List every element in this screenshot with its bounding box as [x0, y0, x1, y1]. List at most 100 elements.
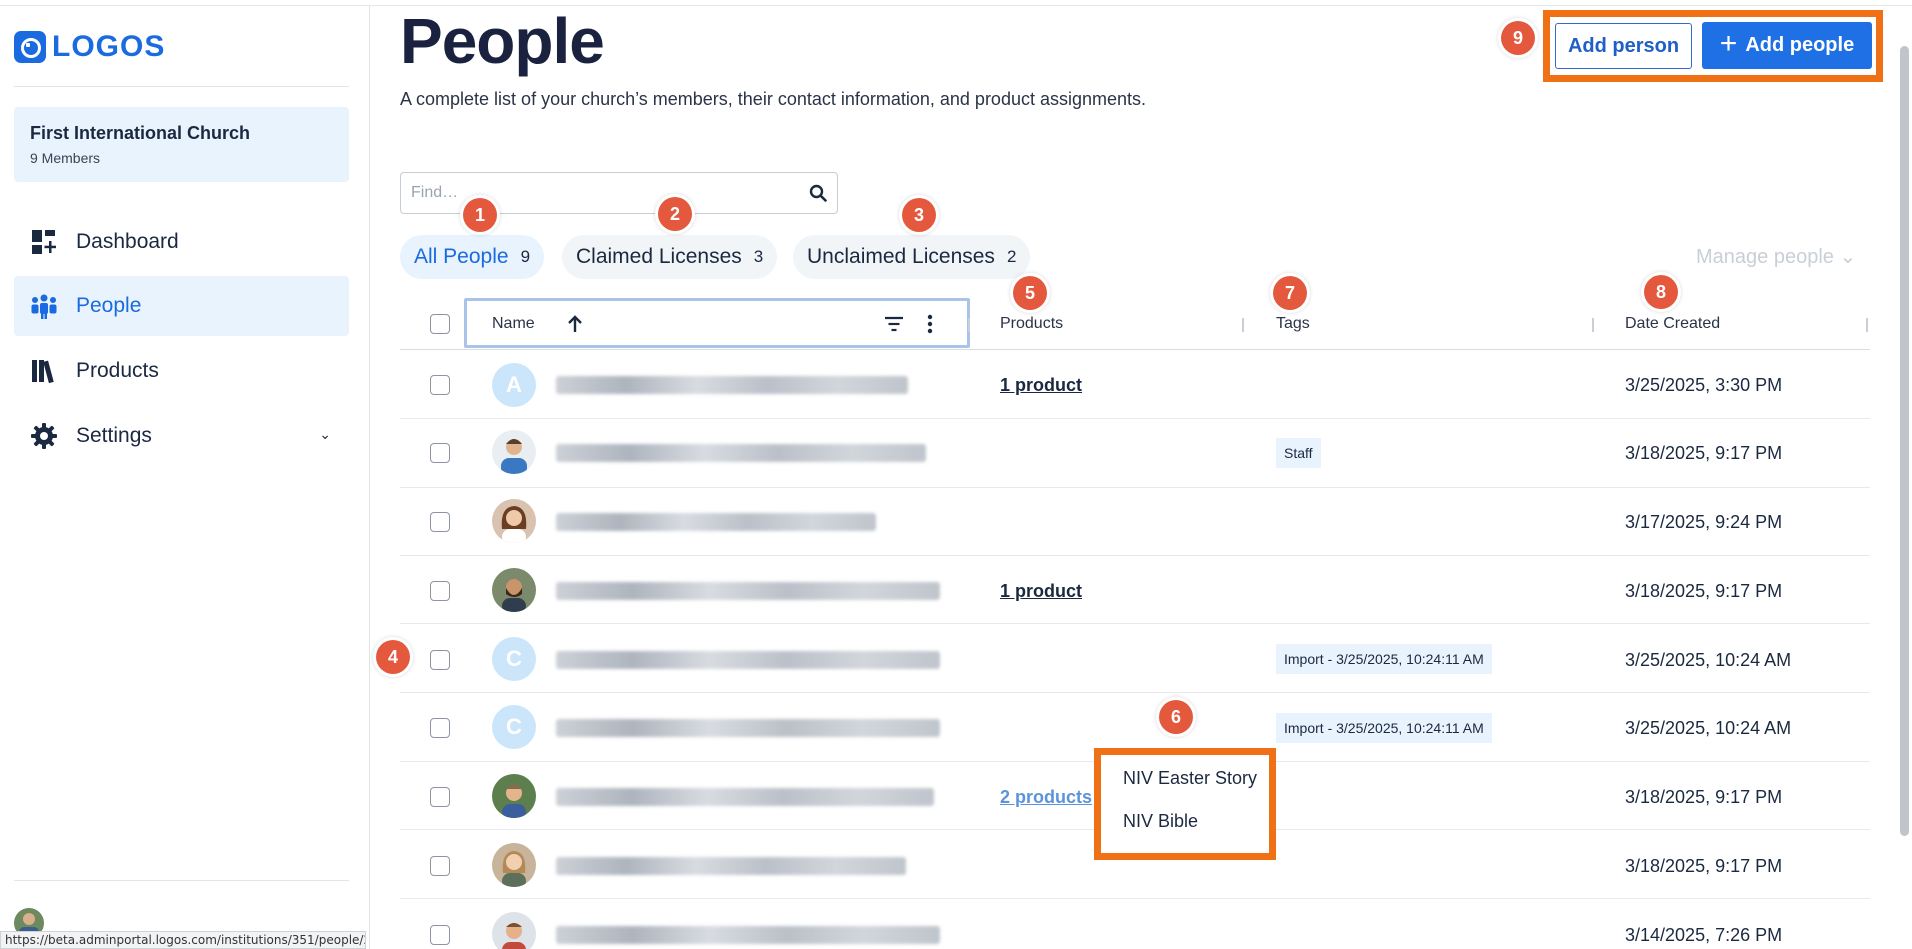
status-url: https://beta.adminportal.logos.com/insti… — [0, 931, 366, 949]
sidebar-item-settings[interactable]: Settings ⌄ — [14, 406, 349, 466]
search-input[interactable] — [401, 173, 781, 213]
org-card[interactable]: First International Church 9 Members — [14, 107, 349, 182]
row-divider — [400, 692, 1870, 693]
select-all-checkbox[interactable] — [430, 314, 450, 334]
date-created: 3/18/2025, 9:17 PM — [1625, 787, 1783, 807]
tag-badge: Import - 3/25/2025, 10:24:11 AM — [1276, 713, 1492, 743]
tag-badge: Staff — [1276, 438, 1321, 468]
redacted-name-email — [556, 376, 908, 394]
sidebar: LOGOS First International Church 9 Membe… — [0, 6, 370, 949]
avatar — [492, 912, 536, 949]
row-checkbox[interactable] — [430, 856, 450, 876]
avatar — [492, 430, 536, 474]
logo[interactable]: LOGOS — [14, 30, 165, 64]
row-checkbox[interactable] — [430, 375, 450, 395]
filter-label: Claimed Licenses — [576, 245, 742, 268]
add-people-button[interactable]: + Add people — [1702, 22, 1872, 69]
products-popover: NIV Easter Story NIV Bible — [1094, 748, 1276, 860]
popover-item[interactable]: NIV Bible — [1123, 811, 1198, 832]
row-checkbox[interactable] — [430, 787, 450, 807]
filter-count: 3 — [753, 247, 764, 266]
filter-count: 2 — [1006, 247, 1017, 266]
row-divider — [400, 898, 1870, 899]
sidebar-item-people[interactable]: People — [14, 276, 349, 336]
annotation-badge: 6 — [1159, 700, 1193, 734]
avatar — [492, 774, 536, 818]
products-link[interactable]: 1 product — [1000, 581, 1082, 602]
redacted-name-email — [556, 719, 940, 737]
sidebar-item-label: People — [76, 294, 142, 317]
column-header-date-created[interactable]: Date Created — [1625, 315, 1720, 333]
chevron-down-icon: ⌄ — [319, 426, 331, 442]
date-created: 3/17/2025, 9:24 PM — [1625, 512, 1783, 532]
popover-item[interactable]: NIV Easter Story — [1123, 768, 1257, 789]
column-header-products[interactable]: Products — [1000, 315, 1063, 333]
add-person-button[interactable]: Add person — [1555, 23, 1692, 69]
avatar: C — [492, 637, 536, 681]
sort-ascending-icon[interactable] — [566, 314, 584, 334]
annotation-badge: 9 — [1501, 21, 1535, 55]
column-resize-handle[interactable] — [968, 318, 970, 332]
books-icon — [32, 360, 54, 384]
redacted-name-email — [556, 651, 940, 669]
column-header-tags[interactable]: Tags — [1276, 315, 1310, 333]
filter-count: 9 — [520, 247, 531, 266]
annotation-badge: 5 — [1013, 276, 1047, 310]
row-divider — [400, 555, 1870, 556]
filter-unclaimed-licenses[interactable]: Unclaimed Licenses 2 — [793, 235, 1031, 279]
sidebar-divider — [14, 86, 349, 87]
tag-badge: Import - 3/25/2025, 10:24:11 AM — [1276, 644, 1492, 674]
logos-logo-icon — [14, 31, 46, 63]
products-link[interactable]: 2 products — [1000, 787, 1092, 808]
annotation-badge: 4 — [376, 640, 410, 674]
sidebar-item-products[interactable]: Products — [14, 341, 349, 401]
column-resize-handle[interactable] — [1242, 318, 1244, 332]
filter-icon[interactable] — [884, 315, 904, 333]
column-header-name[interactable]: Name — [492, 315, 535, 333]
row-divider — [400, 487, 1870, 488]
annotation-badge: 2 — [658, 197, 692, 231]
products-link[interactable]: 1 product — [1000, 375, 1082, 396]
sidebar-item-label: Products — [76, 359, 159, 382]
annotation-badge: 3 — [902, 198, 936, 232]
sidebar-divider — [14, 880, 349, 881]
redacted-name-email — [556, 582, 940, 600]
row-checkbox[interactable] — [430, 718, 450, 738]
column-resize-handle[interactable] — [1592, 318, 1594, 332]
redacted-name-email — [556, 444, 926, 462]
avatar — [492, 568, 536, 612]
plus-icon: + — [1719, 27, 1738, 60]
avatar — [492, 843, 536, 887]
date-created: 3/25/2025, 10:24 AM — [1625, 650, 1792, 670]
search-icon[interactable] — [809, 184, 827, 202]
add-people-label: Add people — [1745, 34, 1855, 56]
redacted-name-email — [556, 926, 940, 944]
sidebar-item-dashboard[interactable]: Dashboard — [14, 212, 349, 272]
sidebar-item-label: Dashboard — [76, 230, 179, 253]
redacted-name-email — [556, 788, 934, 806]
row-checkbox[interactable] — [430, 581, 450, 601]
date-created: 3/18/2025, 9:17 PM — [1625, 443, 1783, 463]
row-checkbox[interactable] — [430, 512, 450, 532]
annotation-badge: 7 — [1273, 276, 1307, 310]
redacted-name-email — [556, 857, 906, 875]
column-resize-handle[interactable] — [1866, 318, 1868, 332]
row-divider — [400, 623, 1870, 624]
row-checkbox[interactable] — [430, 925, 450, 945]
annotation-badge: 1 — [463, 198, 497, 232]
more-vertical-icon[interactable] — [926, 314, 934, 334]
scrollbar[interactable] — [1900, 46, 1909, 836]
gear-icon — [31, 423, 57, 449]
page-title: People — [400, 5, 605, 77]
row-checkbox[interactable] — [430, 443, 450, 463]
row-checkbox[interactable] — [430, 650, 450, 670]
avatar — [492, 499, 536, 543]
filter-claimed-licenses[interactable]: Claimed Licenses 3 — [562, 235, 778, 279]
filter-label: Unclaimed Licenses — [807, 245, 995, 268]
date-created: 3/25/2025, 10:24 AM — [1625, 718, 1792, 738]
manage-people-dropdown[interactable]: Manage people ⌄ — [1696, 244, 1856, 269]
filter-all-people[interactable]: All People 9 — [400, 235, 545, 279]
org-members-count: 9 Members — [30, 150, 101, 166]
date-created: 3/18/2025, 9:17 PM — [1625, 856, 1783, 876]
avatar: A — [492, 363, 536, 407]
